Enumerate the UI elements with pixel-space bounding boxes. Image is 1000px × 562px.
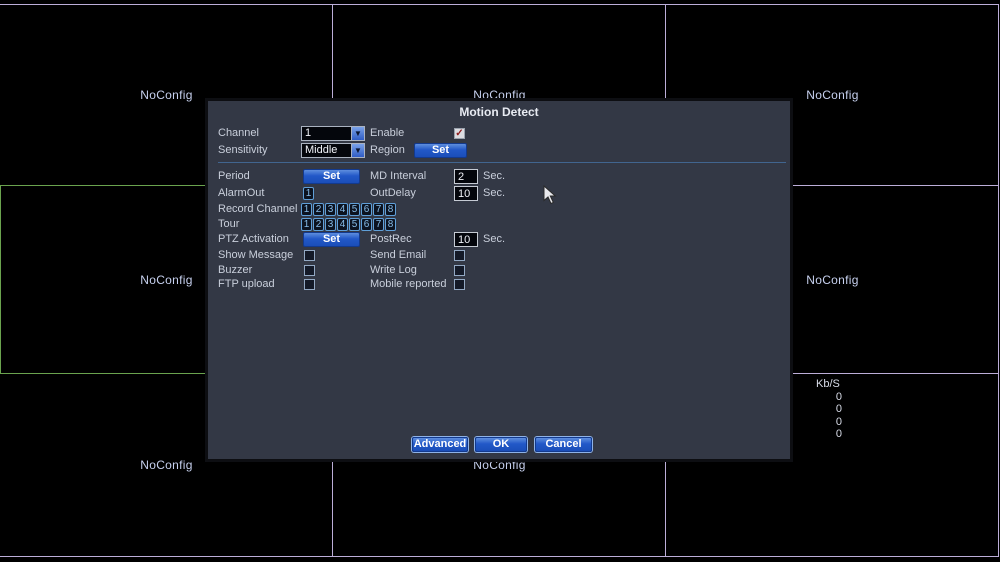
record-channel-chip[interactable]: 8: [385, 203, 396, 216]
mouse-cursor-icon: [543, 185, 557, 205]
period-set-button[interactable]: Set: [303, 169, 360, 184]
md-interval-unit: Sec.: [483, 170, 506, 182]
tour-chip[interactable]: 3: [325, 218, 336, 231]
chevron-down-icon[interactable]: ▼: [351, 127, 364, 140]
tour-chip[interactable]: 2: [313, 218, 324, 231]
send-email-checkbox[interactable]: [454, 250, 465, 261]
ftp-upload-label: FTP upload: [218, 278, 275, 290]
period-label: Period: [218, 170, 250, 182]
no-config-label: NoConfig: [140, 458, 193, 472]
tour-chip[interactable]: 5: [349, 218, 360, 231]
ptz-activation-label: PTZ Activation: [218, 233, 289, 245]
tour-chip[interactable]: 4: [337, 218, 348, 231]
ptz-activation-set-button[interactable]: Set: [303, 232, 360, 247]
record-channel-chip[interactable]: 7: [373, 203, 384, 216]
tour-label: Tour: [218, 218, 240, 230]
record-channel-chip[interactable]: 4: [337, 203, 348, 216]
tour-chip[interactable]: 8: [385, 218, 396, 231]
show-message-label: Show Message: [218, 249, 294, 261]
bitrate-value: 0: [835, 403, 842, 415]
dialog-title: Motion Detect: [459, 105, 539, 119]
dvr-screen: NoConfig NoConfig NoConfig NoConfig NoCo…: [0, 0, 1000, 562]
no-config-label: NoConfig: [140, 88, 193, 102]
tour-chips: 1 2 3 4 5 6 7 8: [301, 218, 396, 231]
buzzer-label: Buzzer: [218, 264, 253, 276]
enable-checkbox[interactable]: [454, 128, 465, 139]
buzzer-checkbox[interactable]: [304, 265, 315, 276]
ok-button[interactable]: OK: [475, 437, 527, 452]
alarm-out-label: AlarmOut: [218, 187, 265, 199]
motion-detect-dialog: Motion Detect Channel 1 ▼ Enable Sensiti…: [205, 98, 793, 462]
md-interval-input[interactable]: [454, 169, 478, 184]
write-log-label: Write Log: [370, 264, 417, 276]
tour-chip[interactable]: 6: [361, 218, 372, 231]
channel-select-value: 1: [305, 127, 312, 139]
cancel-button[interactable]: Cancel: [535, 437, 592, 452]
bitrate-panel: Kb/S 0 0 0 0: [812, 378, 842, 441]
chevron-down-icon[interactable]: ▼: [351, 144, 364, 157]
sensitivity-select[interactable]: Middle ▼: [301, 143, 365, 158]
bitrate-value: 0: [835, 428, 842, 440]
region-label: Region: [370, 144, 405, 156]
post-rec-label: PostRec: [370, 233, 412, 245]
out-delay-label: OutDelay: [370, 187, 416, 199]
enable-label: Enable: [370, 127, 405, 139]
sensitivity-label: Sensitivity: [218, 144, 268, 156]
bitrate-value: 0: [835, 390, 842, 403]
write-log-checkbox[interactable]: [454, 265, 465, 276]
out-delay-unit: Sec.: [483, 187, 506, 199]
channel-label: Channel: [218, 127, 259, 139]
alarm-out-chip[interactable]: 1: [303, 187, 314, 200]
sensitivity-select-value: Middle: [305, 144, 338, 156]
alarm-out-chips: 1: [303, 187, 314, 200]
record-channel-chip[interactable]: 1: [301, 203, 312, 216]
no-config-label: NoConfig: [806, 272, 859, 287]
no-config-label: NoConfig: [806, 88, 859, 102]
channel-select[interactable]: 1 ▼: [301, 126, 365, 141]
record-channel-chip[interactable]: 5: [349, 203, 360, 216]
md-interval-label: MD Interval: [370, 170, 427, 182]
record-channel-chip[interactable]: 3: [325, 203, 336, 216]
record-channel-chips: 1 2 3 4 5 6 7 8: [301, 203, 396, 216]
separator: [218, 162, 786, 163]
show-message-checkbox[interactable]: [304, 250, 315, 261]
tour-chip[interactable]: 7: [373, 218, 384, 231]
bitrate-value: 0: [835, 415, 842, 428]
send-email-label: Send Email: [370, 249, 427, 261]
mobile-reported-label: Mobile reported: [370, 278, 447, 290]
advanced-button[interactable]: Advanced: [412, 437, 468, 452]
post-rec-input[interactable]: [454, 232, 478, 247]
ftp-upload-checkbox[interactable]: [304, 279, 315, 290]
record-channel-chip[interactable]: 2: [313, 203, 324, 216]
post-rec-unit: Sec.: [483, 233, 506, 245]
record-channel-chip[interactable]: 6: [361, 203, 372, 216]
out-delay-input[interactable]: [454, 186, 478, 201]
tour-chip[interactable]: 1: [301, 218, 312, 231]
no-config-label: NoConfig: [140, 272, 193, 287]
region-set-button[interactable]: Set: [414, 143, 467, 158]
mobile-reported-checkbox[interactable]: [454, 279, 465, 290]
bitrate-header: Kb/S: [816, 378, 840, 390]
record-channel-label: Record Channel: [218, 203, 298, 215]
grid-line-horizontal: [0, 556, 999, 557]
